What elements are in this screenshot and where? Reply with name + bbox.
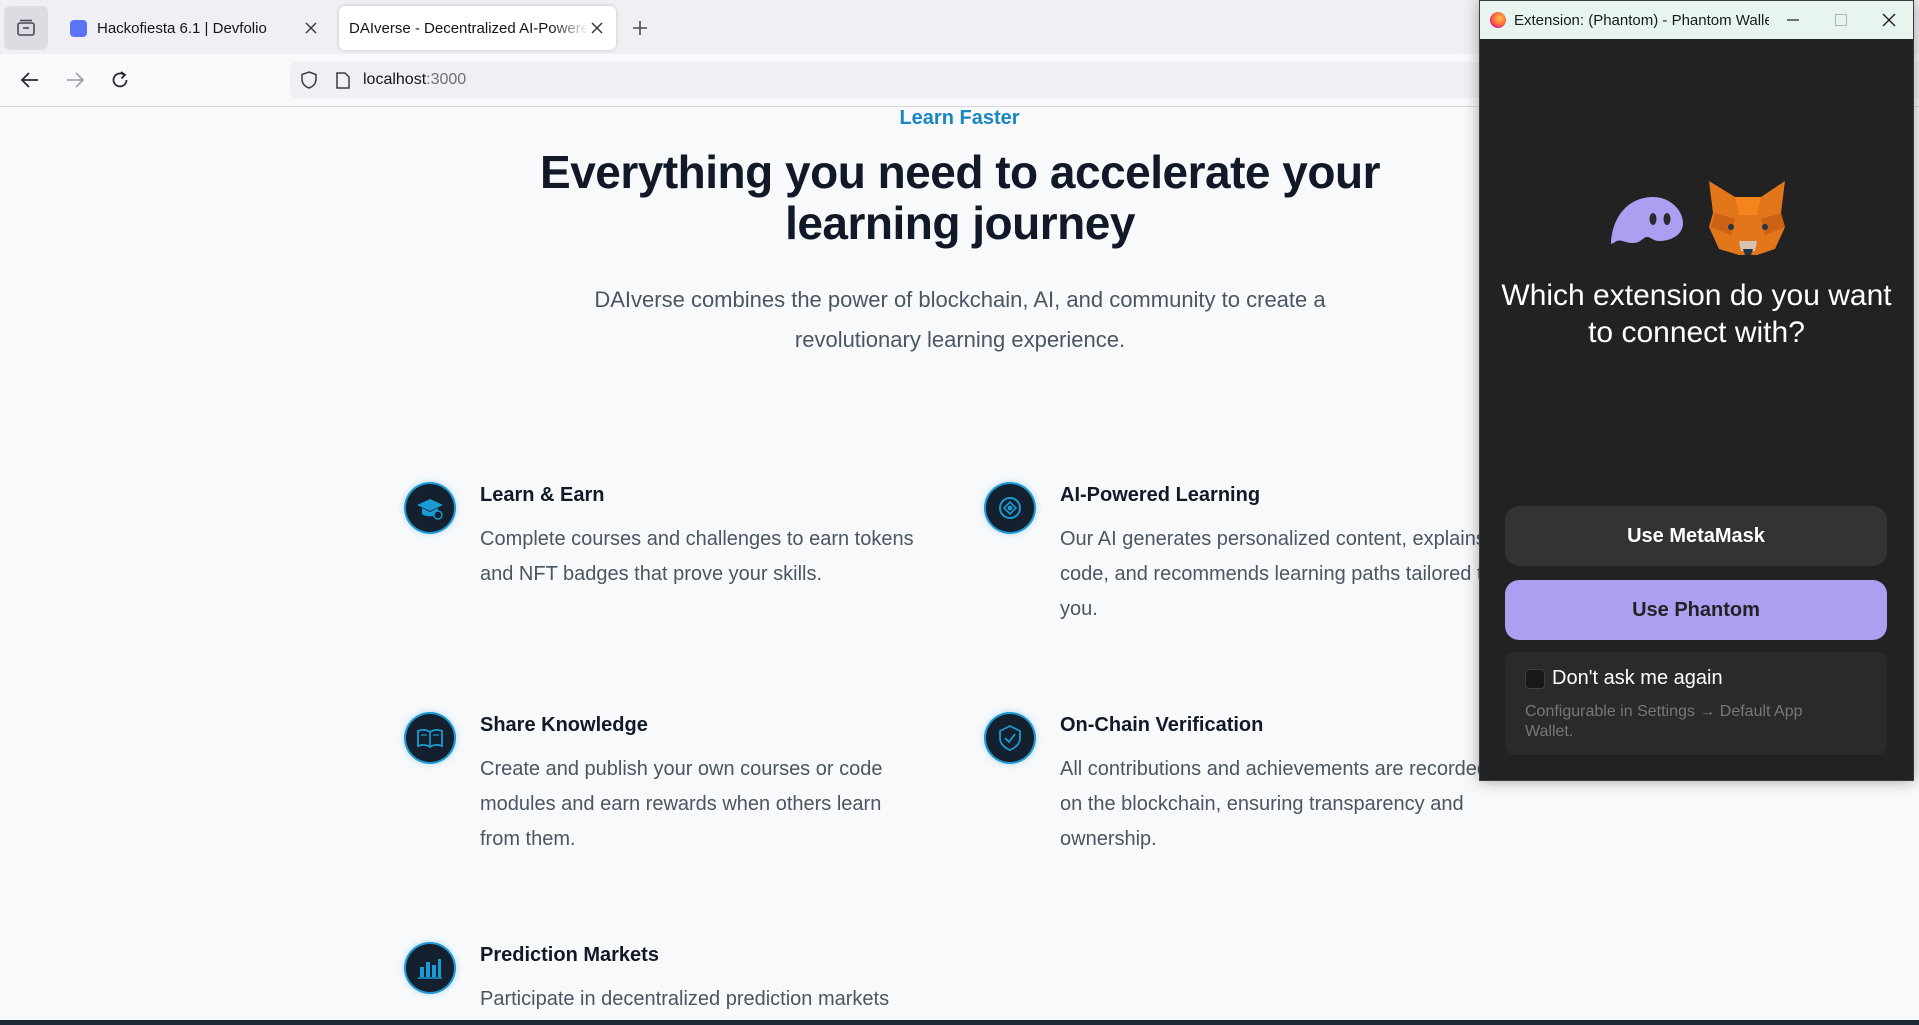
- dont-ask-again-panel: Don't ask me again Configurable in Setti…: [1505, 652, 1887, 755]
- popup-titlebar[interactable]: Extension: (Phantom) - Phantom Wallet: [1480, 1, 1913, 39]
- feature-description: Complete courses and challenges to earn …: [480, 528, 914, 585]
- popup-window-title: Extension: (Phantom) - Phantom Wallet: [1514, 11, 1769, 29]
- url-port: :3000: [426, 71, 467, 88]
- forward-button[interactable]: [63, 68, 87, 92]
- connect-question: Which extension do you want to connect w…: [1501, 279, 1892, 349]
- dont-ask-again-label[interactable]: Don't ask me again: [1552, 667, 1723, 690]
- tab-overview-icon: [17, 19, 35, 36]
- dont-ask-again-checkbox[interactable]: [1525, 669, 1545, 689]
- metamask-fox-icon: [1709, 181, 1785, 255]
- section-subtext: DAIverse combines the power of blockchai…: [594, 287, 1326, 352]
- new-tab-button[interactable]: [628, 16, 652, 40]
- feature-title: Share Knowledge: [480, 714, 648, 736]
- url-host: localhost: [363, 71, 427, 88]
- close-icon: [591, 22, 603, 34]
- maximize-button[interactable]: [1817, 1, 1865, 39]
- feature-title: AI-Powered Learning: [1060, 484, 1261, 506]
- tab-title: DAIverse - Decentralized AI-Powered: [349, 19, 588, 37]
- ai-chip-icon: [986, 484, 1034, 532]
- use-phantom-button[interactable]: Use Phantom: [1505, 580, 1887, 640]
- window-close-button[interactable]: [1865, 1, 1913, 39]
- extension-popup-window: Extension: (Phantom) - Phantom Wallet Wh…: [1479, 0, 1914, 781]
- feature-description: All contributions and achievements are r…: [1060, 758, 1489, 850]
- feature-title: Prediction Markets: [480, 944, 659, 966]
- tracking-shield-icon[interactable]: [299, 70, 319, 90]
- feature-title: On-Chain Verification: [1060, 714, 1264, 736]
- feature-description: Create and publish your own courses or c…: [480, 758, 883, 850]
- graduation-cap-icon: [406, 484, 454, 532]
- tab-title: Hackofiesta 6.1 | Devfolio: [97, 19, 267, 37]
- tab-close-button[interactable]: [588, 19, 606, 37]
- tab-hackofiesta[interactable]: Hackofiesta 6.1 | Devfolio: [58, 6, 330, 50]
- feature-description: Our AI generates personalized content, e…: [1060, 528, 1494, 620]
- close-icon: [1882, 13, 1896, 27]
- minimize-button[interactable]: [1769, 1, 1817, 39]
- wallet-logos: [1611, 181, 1785, 255]
- tab-daiverse[interactable]: DAIverse - Decentralized AI-Powered: [339, 6, 616, 50]
- maximize-icon: [1835, 14, 1847, 26]
- use-metamask-button[interactable]: Use MetaMask: [1505, 506, 1887, 566]
- arrow-left-icon: [20, 72, 38, 88]
- reload-button[interactable]: [108, 68, 132, 92]
- minimize-icon: [1787, 19, 1799, 21]
- open-book-icon: [406, 714, 454, 762]
- feature-description: Participate in decentralized prediction …: [480, 988, 890, 1010]
- section-headline: Everything you need to accelerate your l…: [540, 146, 1380, 249]
- shield-check-icon: [986, 714, 1034, 762]
- phantom-ghost-icon: [1611, 197, 1683, 244]
- close-icon: [305, 22, 317, 34]
- bar-chart-icon: [406, 944, 454, 992]
- feature-title: Learn & Earn: [480, 484, 605, 506]
- settings-hint: Configurable in Settings → Default App W…: [1525, 703, 1803, 740]
- tab-close-button[interactable]: [302, 19, 320, 37]
- reload-icon: [112, 71, 128, 88]
- page-info-icon[interactable]: [333, 70, 353, 90]
- devfolio-favicon-icon: [70, 19, 87, 37]
- tab-overview-button[interactable]: [4, 6, 48, 50]
- arrow-right-icon: [67, 72, 85, 88]
- firefox-logo-icon: [1490, 12, 1506, 28]
- popup-body: Which extension do you want to connect w…: [1480, 39, 1913, 780]
- back-button[interactable]: [18, 68, 42, 92]
- page-bottom-edge: [0, 1020, 1919, 1025]
- plus-icon: [633, 21, 647, 35]
